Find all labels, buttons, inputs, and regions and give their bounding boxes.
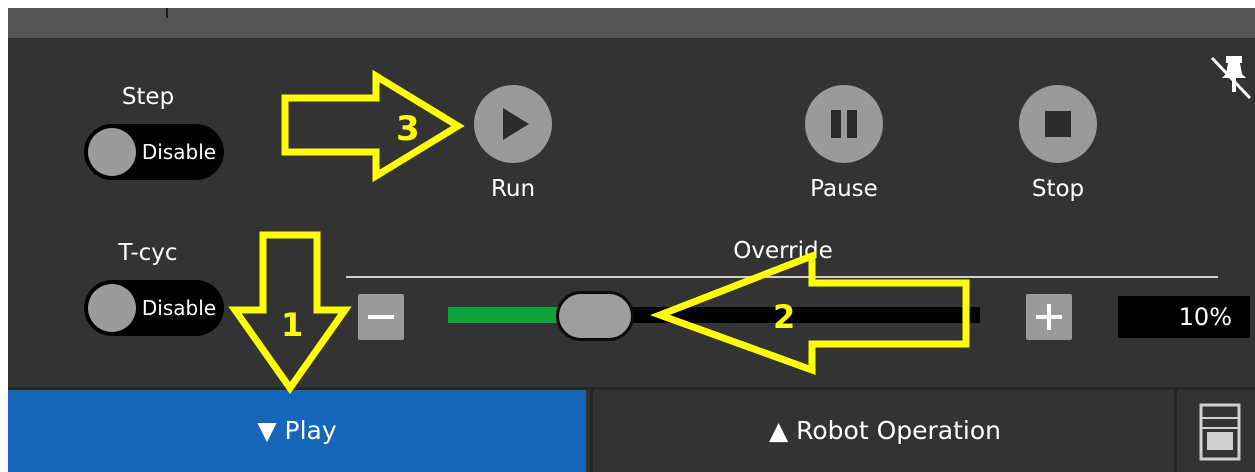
tcyc-toggle-text: Disable: [141, 296, 217, 320]
run-label: Run: [490, 176, 536, 202]
stop-icon: [1045, 111, 1071, 137]
plus-icon: [1036, 304, 1062, 330]
top-bar: [8, 8, 1255, 38]
override-increase-button[interactable]: [1026, 294, 1072, 340]
run-button[interactable]: [474, 85, 552, 163]
top-bar-tick: [166, 8, 168, 18]
panel-view-button[interactable]: [1174, 390, 1255, 472]
override-divider: [346, 276, 1218, 278]
pause-button[interactable]: [805, 85, 883, 163]
pause-label: Pause: [810, 176, 878, 202]
override-label: Override: [733, 238, 833, 264]
monitor-icon: [1199, 403, 1241, 461]
step-label: Step: [121, 84, 175, 110]
tcyc-toggle[interactable]: Disable: [84, 280, 224, 336]
step-toggle-knob: [88, 128, 136, 176]
step-toggle[interactable]: Disable: [84, 124, 224, 180]
pause-icon: [831, 110, 857, 138]
tcyc-toggle-knob: [88, 284, 136, 332]
step-toggle-text: Disable: [141, 140, 217, 164]
override-value: 10%: [1118, 296, 1250, 338]
override-decrease-button[interactable]: [358, 294, 404, 340]
stop-button[interactable]: [1019, 85, 1097, 163]
play-panel: Step Disable T-cyc Disable Run Pause Sto…: [8, 8, 1255, 472]
tcyc-label: T-cyc: [118, 240, 178, 266]
override-slider-thumb[interactable]: [556, 291, 634, 341]
play-icon: [503, 108, 529, 140]
override-slider-fill: [448, 307, 566, 323]
stop-label: Stop: [1031, 176, 1085, 202]
tab-robot-operation[interactable]: ▲ Robot Operation: [590, 390, 1177, 472]
unpin-icon[interactable]: [1208, 52, 1254, 102]
tab-play[interactable]: ▼ Play: [8, 390, 586, 472]
minus-icon: [368, 315, 394, 319]
